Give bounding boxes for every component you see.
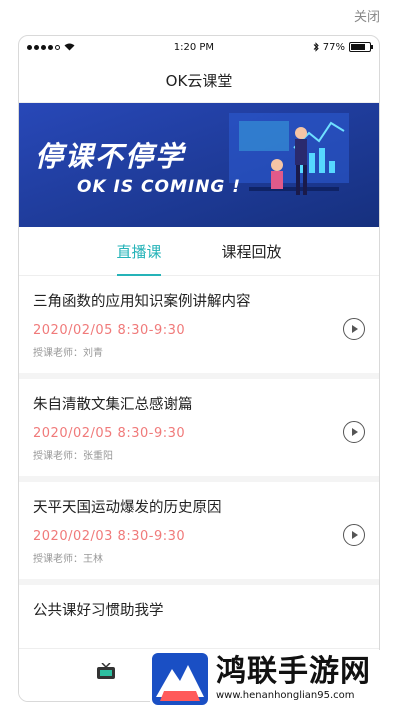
tab-replay[interactable]: 课程回放	[222, 235, 282, 268]
tab-live[interactable]: 直播课	[116, 235, 161, 268]
status-time: 1:20 PM	[173, 41, 215, 53]
banner-title: 停课不停学	[35, 140, 186, 173]
lesson-title: 公共课好习惯助我学	[33, 603, 164, 619]
lesson-item[interactable]: 朱自清散文集汇总感谢篇 2020/02/05 8:30-9:30 授课老师：张重…	[19, 379, 379, 482]
watermark-name: 鸿联手游网	[216, 654, 371, 689]
lesson-teacher: 授课老师：张重阳	[33, 451, 113, 462]
lesson-title: 朱自清散文集汇总感谢篇	[33, 397, 193, 413]
play-icon[interactable]	[343, 318, 365, 340]
battery-icon	[349, 42, 373, 52]
banner[interactable]: 停课不停学 OK IS COMING !	[19, 103, 379, 227]
lesson-teacher: 授课老师：王林	[33, 554, 103, 565]
tab-bar: 直播课 课程回放	[19, 227, 379, 276]
watermark-url: www.henanhonglian95.com	[216, 690, 355, 701]
lesson-item[interactable]: 三角函数的应用知识案例讲解内容 2020/02/05 8:30-9:30 授课老…	[19, 276, 379, 379]
lesson-title: 三角函数的应用知识案例讲解内容	[33, 294, 251, 310]
close-button[interactable]: 关闭	[354, 6, 380, 25]
play-icon[interactable]	[343, 524, 365, 546]
status-bar: 1:20 PM 77%	[19, 36, 379, 58]
watermark: 鸿联手游网 www.henanhonglian95.com	[150, 650, 395, 708]
signal-indicator	[27, 43, 75, 51]
lesson-title: 天平天国运动爆发的历史原因	[33, 500, 222, 516]
watermark-logo	[152, 653, 208, 705]
lesson-list: 三角函数的应用知识案例讲解内容 2020/02/05 8:30-9:30 授课老…	[19, 276, 379, 645]
page-title: OK云课堂	[19, 58, 379, 103]
lesson-time: 2020/02/03 8:30-9:30	[33, 529, 186, 544]
lesson-item[interactable]: 天平天国运动爆发的历史原因 2020/02/03 8:30-9:30 授课老师：…	[19, 482, 379, 585]
wifi-icon	[64, 43, 75, 51]
play-icon[interactable]	[343, 421, 365, 443]
bluetooth-icon	[313, 42, 319, 52]
lesson-teacher: 授课老师：刘青	[33, 348, 103, 359]
signal-strength-icon	[27, 44, 60, 50]
tv-icon[interactable]	[97, 663, 115, 679]
lesson-item[interactable]: 公共课好习惯助我学	[19, 585, 379, 645]
battery-percentage: 77%	[322, 41, 345, 53]
phone-frame: 1:20 PM 77% OK云课堂 停课不停学 OK IS COMING ! 直…	[18, 35, 380, 702]
banner-subtitle: OK IS COMING !	[77, 177, 242, 197]
lesson-time: 2020/02/05 8:30-9:30	[33, 426, 186, 441]
lesson-time: 2020/02/05 8:30-9:30	[33, 323, 186, 338]
